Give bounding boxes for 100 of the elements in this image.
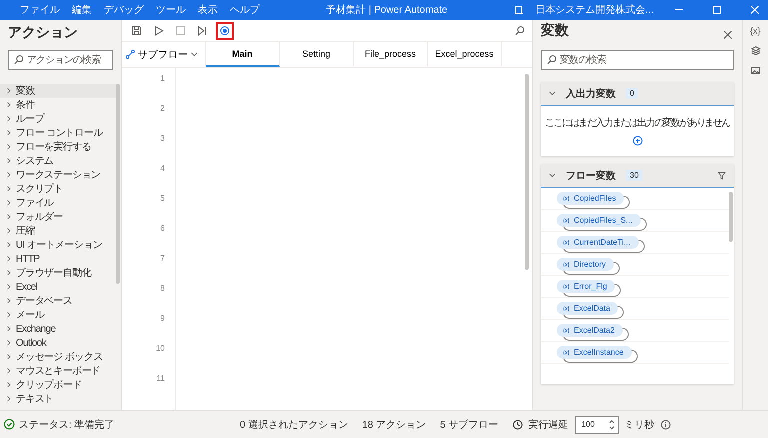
variable-chip[interactable]: CopiedFiles (557, 192, 624, 205)
chevron-right-icon (6, 326, 12, 332)
chevron-right-icon (6, 368, 12, 374)
spinner-icon (608, 418, 615, 430)
chevron-right-icon (6, 382, 12, 388)
step-icon (198, 26, 208, 36)
variable-chip[interactable]: ExcelData (557, 302, 618, 315)
action-category[interactable]: マウスとキーボード (0, 364, 116, 378)
chevron-down-icon (549, 172, 556, 179)
action-category[interactable]: HTTP (0, 252, 116, 266)
variable-chip[interactable]: CopiedFiles_S... (557, 214, 641, 227)
action-category[interactable]: Outlook (0, 336, 116, 350)
chevron-right-icon (6, 298, 12, 304)
line-number: 9 (160, 314, 165, 325)
search-icon (14, 55, 24, 65)
image-icon[interactable] (750, 66, 760, 76)
action-category[interactable]: フォルダー (0, 210, 116, 224)
action-category[interactable]: システム (0, 154, 116, 168)
chevron-right-icon (6, 158, 12, 164)
action-category[interactable]: メール (0, 308, 116, 322)
action-category[interactable]: データベース (0, 294, 116, 308)
search-field[interactable]: 変数の検索 (541, 50, 734, 70)
action-category[interactable]: 変数 (0, 84, 116, 98)
action-category[interactable]: クリップボード (0, 378, 116, 392)
check-circle-icon (4, 419, 15, 430)
action-category[interactable]: ブラウザー自動化 (0, 266, 116, 280)
close-icon[interactable] (724, 31, 732, 39)
save-icon (132, 26, 142, 36)
action-category[interactable]: メッセージ ボックス (0, 350, 116, 364)
chevron-right-icon (6, 130, 12, 136)
action-category[interactable]: ループ (0, 112, 116, 126)
variable-icon (563, 262, 570, 268)
variable-chip[interactable]: ExcelData2 (557, 324, 623, 337)
line-number: 7 (160, 254, 165, 265)
section-title: フロー変数 (566, 169, 616, 182)
chevron-right-icon (6, 242, 12, 248)
search-field[interactable]: アクションの検索 (8, 50, 113, 70)
variable-chip[interactable]: CurrentDateTi... (557, 236, 639, 249)
chevron-right-icon (6, 116, 12, 122)
search-icon (547, 55, 557, 65)
variable-chip[interactable]: Directory (557, 258, 614, 271)
empty-message: ここにはまだ入力または出力の変数がありません (545, 116, 730, 130)
layers-icon[interactable] (750, 46, 760, 56)
action-category[interactable]: Excel (0, 280, 116, 294)
search-icon (515, 26, 525, 36)
line-number: 8 (160, 284, 165, 295)
line-number: 1 (160, 74, 165, 85)
line-number: 6 (160, 224, 165, 235)
chevron-right-icon (6, 172, 12, 178)
variable-icon (563, 350, 570, 356)
clock-icon (512, 420, 523, 430)
action-category[interactable]: Exchange (0, 322, 116, 336)
add-icon[interactable] (632, 136, 642, 146)
info-icon[interactable] (660, 420, 671, 430)
action-category[interactable]: UI オートメーション (0, 238, 116, 252)
menu-item[interactable]: ツール (156, 3, 186, 17)
variable-icon (563, 284, 570, 290)
chevron-right-icon (6, 200, 12, 206)
panel-title: アクション (7, 23, 79, 42)
subflow-tab[interactable]: Main (206, 42, 280, 67)
action-category[interactable]: 圧縮 (0, 224, 116, 238)
action-category[interactable]: テキスト (0, 392, 116, 406)
variable-chip[interactable]: Error_Flg (557, 280, 616, 293)
delay-field[interactable]: 100 (574, 416, 619, 434)
chevron-right-icon (6, 214, 12, 220)
maximize-icon[interactable] (713, 6, 721, 14)
panel-title: 変数 (541, 22, 569, 40)
action-category[interactable]: スクリプト (0, 182, 116, 196)
chevron-right-icon (6, 144, 12, 150)
action-category[interactable]: ファイル (0, 196, 116, 210)
action-category[interactable]: フローを実行する (0, 140, 116, 154)
variable-icon (563, 306, 570, 312)
action-count: 18 アクション (362, 418, 426, 432)
section-title: 入出力変数 (566, 87, 616, 100)
action-category[interactable]: ワークステーション (0, 168, 116, 182)
chevron-right-icon (6, 228, 12, 234)
line-number: 5 (160, 194, 165, 205)
menu-item[interactable]: 編集 (72, 3, 92, 17)
chevron-right-icon (6, 396, 12, 402)
filter-icon[interactable] (718, 172, 726, 180)
menu-item[interactable]: 表示 (198, 3, 218, 17)
chevron-right-icon (6, 284, 12, 290)
menu-item[interactable]: ヘルプ (230, 3, 260, 17)
menu-item[interactable]: デバッグ (104, 3, 144, 17)
delay-label: 実行遅延 (528, 418, 569, 432)
menu-item[interactable]: ファイル (20, 3, 60, 17)
variable-icon (563, 328, 570, 334)
chevron-right-icon (6, 340, 12, 346)
variable-chip[interactable]: ExcelInstance (557, 346, 632, 359)
record-button[interactable] (216, 22, 234, 40)
account-name[interactable]: 日本システム開発株式会... (536, 3, 654, 17)
action-category[interactable]: フロー コントロール (0, 126, 116, 140)
section-header[interactable]: フロー変数 30 (541, 164, 734, 188)
selected-count: 0 選択されたアクション (240, 418, 348, 432)
line-number: 2 (160, 104, 165, 115)
subflow-count: 5 サブフロー (440, 418, 499, 432)
action-category[interactable]: 条件 (0, 98, 116, 112)
line-number: 11 (156, 374, 165, 385)
section-header[interactable]: 入出力変数 0 (541, 82, 734, 106)
variables-tab[interactable]: {x} (750, 26, 761, 36)
